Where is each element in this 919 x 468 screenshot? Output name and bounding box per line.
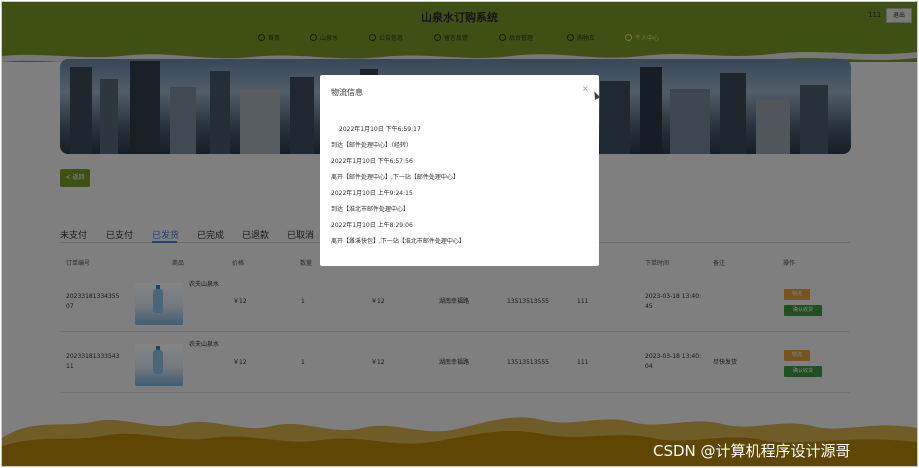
logistics-entry: 2022年1月10日 下午6:57:56 <box>331 158 413 165</box>
logistics-entry: 离开【邮件处理中心】,下一站【邮件处理中心】 <box>331 174 459 181</box>
logistics-entry: 到达【淮北市邮件处理中心】 <box>331 206 410 213</box>
logistics-entry: 2022年1月10日 上午8:29:06 <box>331 222 413 229</box>
dialog-title: 物流信息 <box>331 88 363 97</box>
watermark: CSDN @计算机程序设计源哥 <box>653 442 851 460</box>
logistics-dialog: 物流信息 × 2022年1月10日 下午6:59:17 到达【邮件处理中心】（经… <box>320 75 599 266</box>
close-icon[interactable]: × <box>582 84 589 93</box>
logistics-entry: 到达【邮件处理中心】（经转） <box>331 142 413 149</box>
app-window: 山泉水订购系统 111 退出 首页 山泉水 公告信息 留言反馈 后台管理 购物车… <box>1 1 918 467</box>
logistics-entry: 离开【濉溪快包】,下一站【淮北市邮件处理中心】 <box>331 238 465 245</box>
logistics-entry: 2022年1月10日 上午9:24:15 <box>331 190 413 197</box>
logistics-entry: 2022年1月10日 下午6:59:17 <box>339 126 421 133</box>
